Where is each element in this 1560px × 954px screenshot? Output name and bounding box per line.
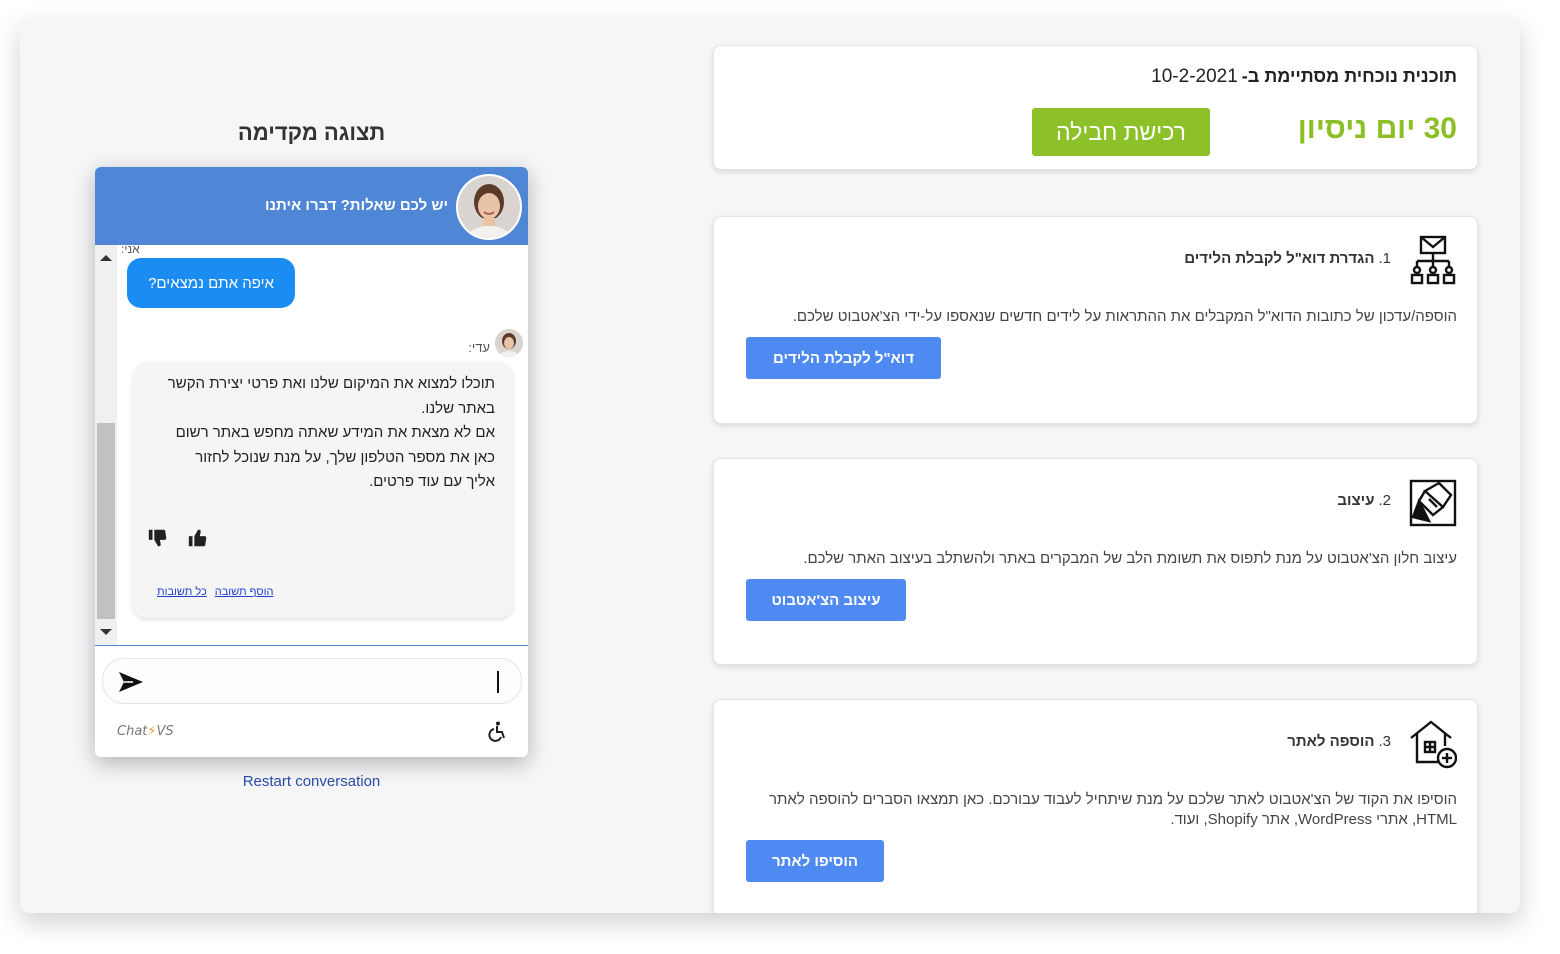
step-description: הוסיפו את הקוד של הצ'אטבוט לאתר שלכם על … — [769, 791, 1457, 828]
bolt-icon: ⚡ — [147, 724, 157, 739]
agent-photo-icon — [458, 176, 520, 238]
bot-answer-links: הוסף תשובה כל תשובות — [149, 586, 273, 598]
bot-message-line: אם לא מצאת את המידע שאתה מחפש באתר רשום — [175, 424, 495, 441]
app-frame: תוכנית נוכחית מסתיימת ב-10-2-2021 30 יום… — [20, 18, 1520, 913]
chat-widget-preview: יש לכם שאלות? דברו איתנו אני: איפה אתם נ… — [95, 167, 528, 757]
chat-divider — [95, 645, 528, 646]
agent-avatar — [456, 174, 522, 240]
step-title-text: עיצוב — [1337, 492, 1375, 509]
plan-status: תוכנית נוכחית מסתיימת ב-10-2-2021 — [1151, 66, 1457, 88]
bot-message-line: באתר שלנו. — [421, 399, 495, 417]
step-title: 1.הגדרת דוא"ל לקבלת הלידים — [1184, 250, 1391, 267]
bot-message-bubble: תוכלו למצוא את המיקום שלנו ואת פרטי יציר… — [133, 362, 513, 618]
step-title-text: הוספה לאתר — [1287, 733, 1375, 750]
bot-avatar — [495, 329, 523, 357]
send-icon[interactable] — [117, 669, 145, 695]
scroll-up-arrow-icon[interactable] — [100, 255, 112, 261]
step-card-leads-email: 1.הגדרת דוא"ל לקבלת הלידים הוספה/עדכון ש… — [713, 216, 1478, 424]
step-title-text: הגדרת דוא"ל לקבלת הלידים — [1184, 250, 1375, 267]
bot-message-line: אליך עם עוד פרטים. — [369, 473, 495, 490]
user-message-bubble: איפה אתם נמצאים? — [127, 258, 295, 308]
preview-title: תצוגה מקדימה — [237, 120, 386, 145]
restart-conversation-link[interactable]: Restart conversation — [95, 773, 528, 790]
step-title: 2.עיצוב — [1337, 492, 1391, 509]
scroll-thumb[interactable] — [97, 423, 115, 619]
buy-package-button[interactable]: רכישת חבילה — [1032, 108, 1210, 156]
text-cursor — [497, 671, 499, 693]
house-add-icon — [1410, 720, 1457, 769]
bot-photo-icon — [495, 329, 523, 357]
accessibility-icon[interactable] — [486, 720, 508, 742]
chat-header-text: יש לכם שאלות? דברו איתנו — [265, 197, 448, 214]
design-chatbot-button[interactable]: עיצוב הצ'אטבוט — [746, 579, 906, 621]
step-description: הוספה/עדכון של כתובות הדוא"ל המקבלים את … — [792, 308, 1457, 325]
chatvs-logo: Chat⚡VS — [117, 724, 174, 739]
bot-name-label: עדי: — [468, 340, 490, 355]
email-hierarchy-icon — [1410, 235, 1456, 285]
all-answers-link[interactable]: כל תשובות — [157, 586, 207, 598]
plan-label: תוכנית נוכחית מסתיימת ב- — [1241, 66, 1457, 86]
scroll-down-arrow-icon[interactable] — [100, 629, 112, 635]
step-number: 1. — [1378, 250, 1391, 267]
bot-message-line: תוכלו למצוא את המיקום שלנו ואת פרטי יציר… — [167, 375, 495, 392]
step-title: 3.הוספה לאתר — [1287, 733, 1391, 750]
bot-message-text: תוכלו למצוא את המיקום שלנו ואת פרטי יציר… — [151, 372, 495, 495]
trial-badge: 30 יום ניסיון — [1297, 112, 1457, 145]
brand-text-vs: VS — [156, 724, 174, 739]
chat-messages[interactable]: אני: איפה אתם נמצאים? עדי: תוכלו למצוא א… — [95, 242, 528, 645]
thumbs-up-icon[interactable] — [187, 527, 209, 549]
thumbs-down-icon[interactable] — [147, 527, 169, 549]
chat-scrollbar[interactable] — [95, 245, 117, 645]
step-card-add-to-site: 3.הוספה לאתר הוסיפו את הקוד של הצ'אטבוט … — [713, 699, 1478, 913]
step-description: עיצוב חלון הצ'אטבוט על מנת לתפוס את תשומ… — [803, 550, 1457, 567]
bot-message-line: כאן את מספר הטלפון שלך, על מנת שנוכל לחז… — [195, 448, 495, 466]
step-number: 2. — [1378, 492, 1391, 509]
user-label: אני: — [121, 242, 140, 256]
add-to-site-button[interactable]: הוסיפו לאתר — [746, 840, 884, 882]
plan-end-date: 10-2-2021 — [1151, 66, 1238, 87]
step-number: 3. — [1378, 733, 1391, 750]
plan-card: תוכנית נוכחית מסתיימת ב-10-2-2021 30 יום… — [713, 45, 1478, 170]
chat-footer: Chat⚡VS — [95, 712, 528, 757]
chat-header: יש לכם שאלות? דברו איתנו — [95, 167, 528, 245]
design-brush-icon — [1409, 479, 1457, 527]
add-answer-link[interactable]: הוסף תשובה — [215, 586, 274, 598]
leads-email-button[interactable]: דוא"ל לקבלת הלידים — [746, 337, 941, 379]
chat-message-input[interactable] — [102, 658, 522, 704]
brand-text-chat: Chat — [117, 724, 148, 739]
step-card-design: 2.עיצוב עיצוב חלון הצ'אטבוט על מנת לתפוס… — [713, 458, 1478, 665]
